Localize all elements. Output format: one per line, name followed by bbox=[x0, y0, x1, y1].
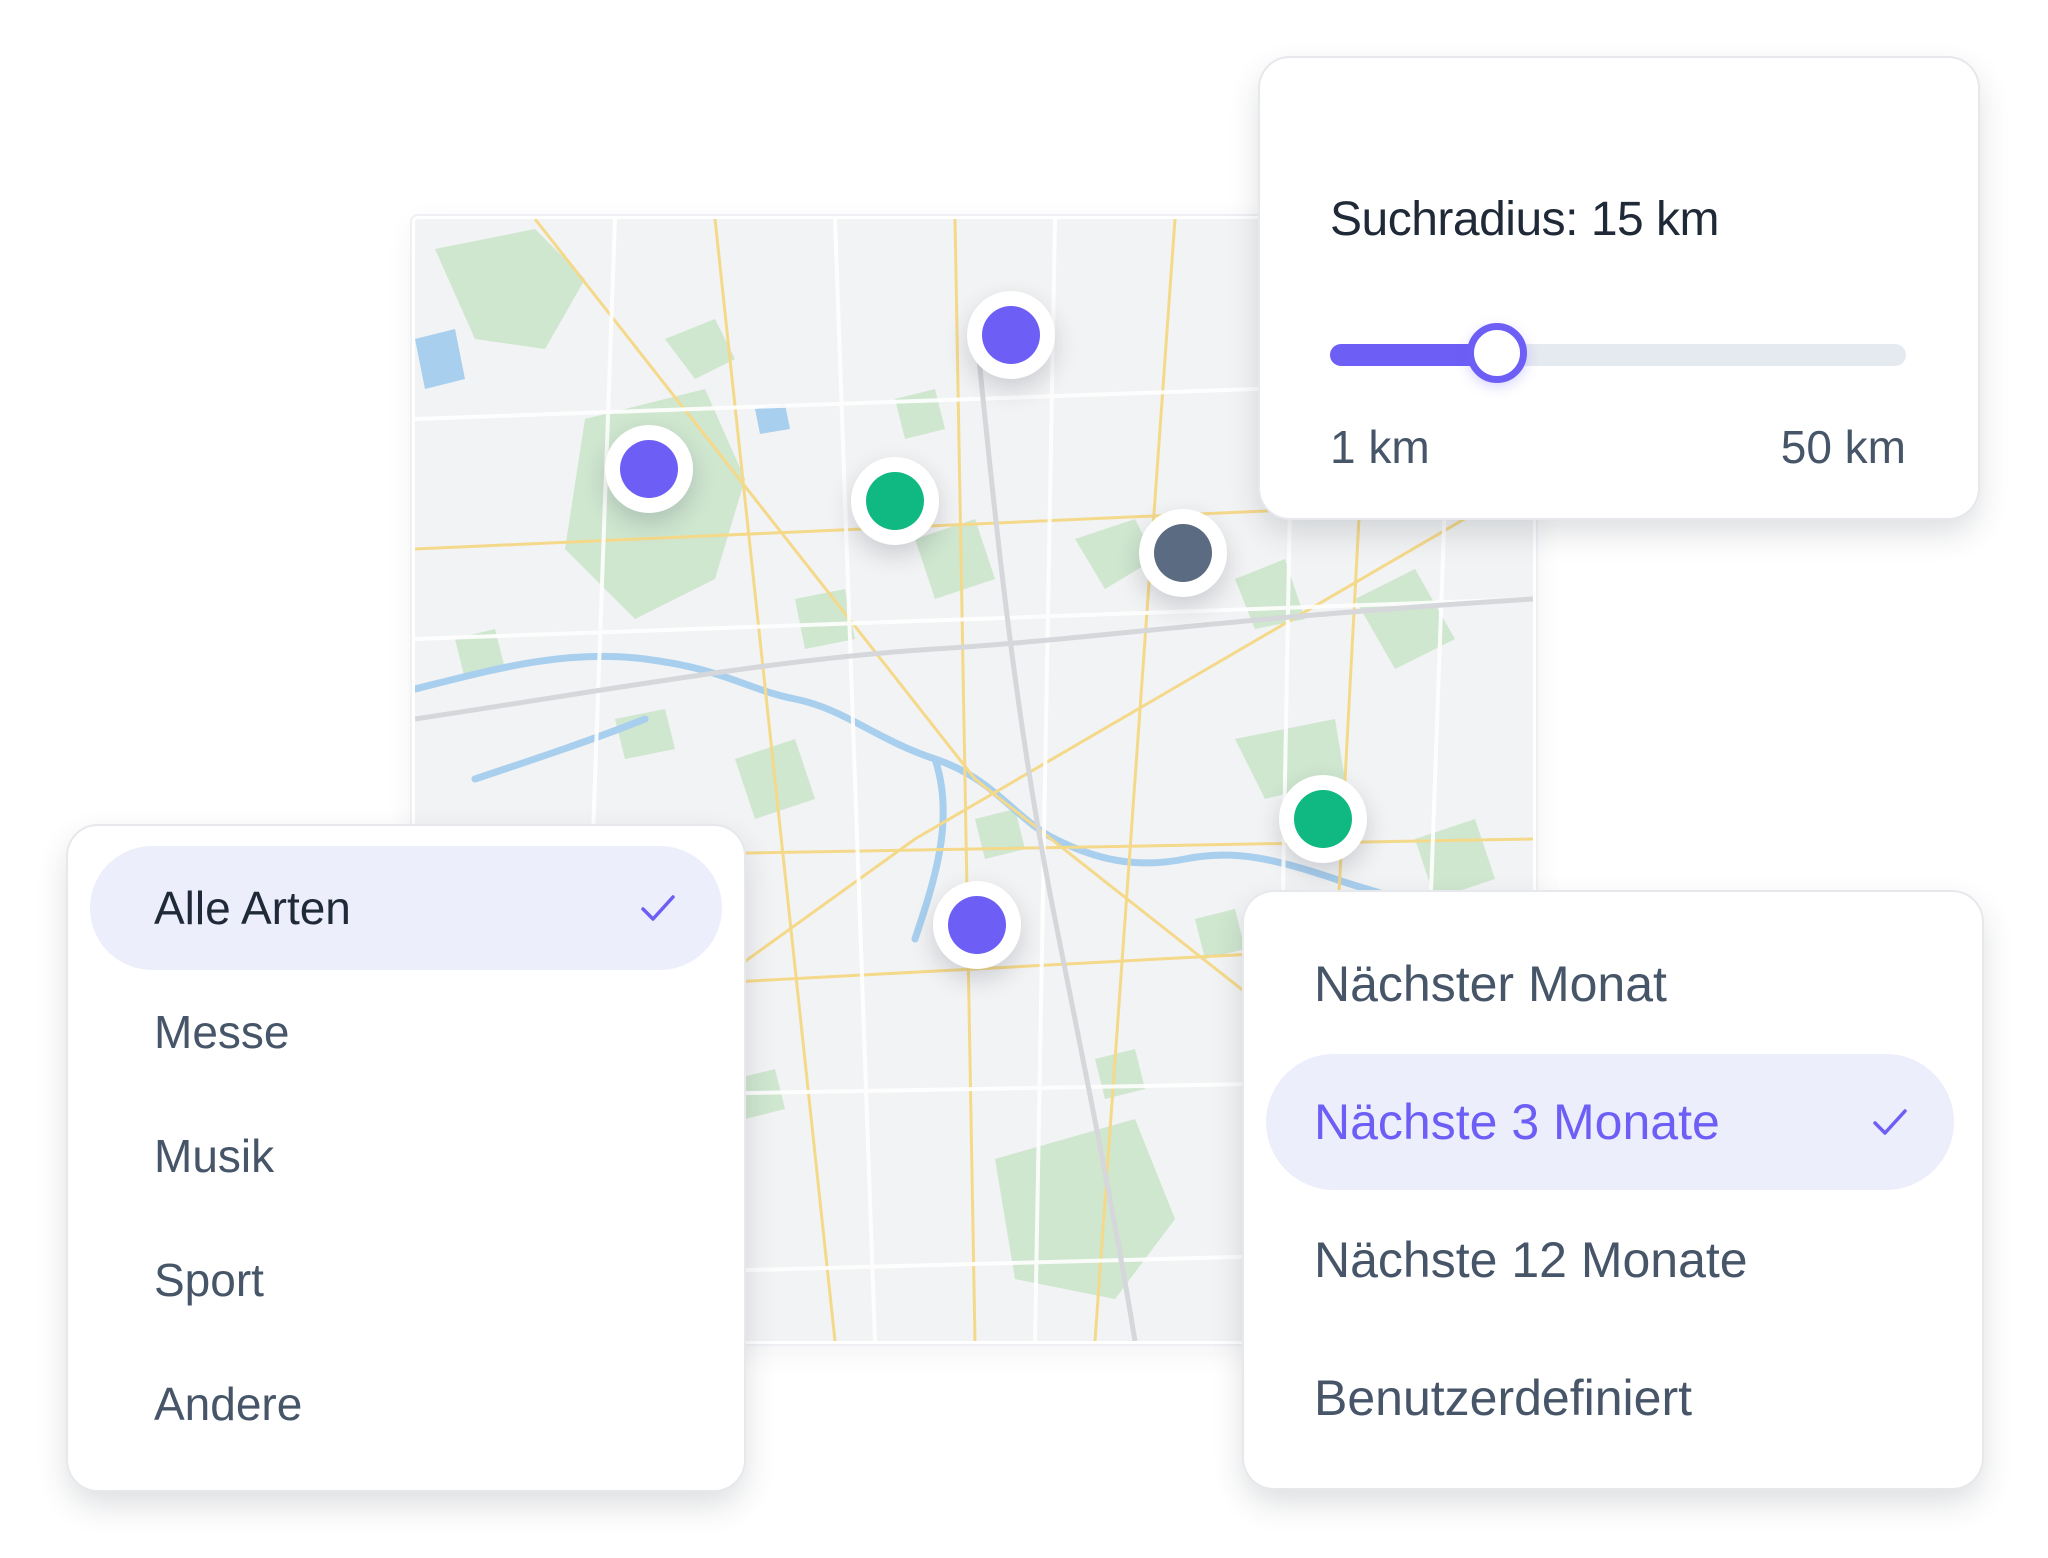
slider-thumb[interactable] bbox=[1467, 323, 1528, 383]
map-pin-green-1[interactable] bbox=[851, 457, 939, 545]
search-radius-card: Suchradius: 15 km 1 km 50 km bbox=[1260, 58, 1978, 518]
map-pin-purple-3[interactable] bbox=[933, 881, 1021, 969]
map-pin-slate[interactable] bbox=[1139, 509, 1227, 597]
check-icon bbox=[1873, 1109, 1907, 1135]
menu-item-label: Musik bbox=[154, 1130, 275, 1182]
menu-item-label: Andere bbox=[154, 1378, 303, 1430]
menu-item-alle-arten[interactable]: Alle Arten bbox=[90, 846, 722, 970]
pin-dot bbox=[620, 440, 678, 498]
menu-item-label: Alle Arten bbox=[154, 882, 351, 934]
menu-item-andere[interactable]: Andere bbox=[90, 1342, 722, 1466]
menu-item-naechste-12-monate[interactable]: Nächste 12 Monate bbox=[1266, 1192, 1954, 1328]
menu-item-naechste-3-monate[interactable]: Nächste 3 Monate bbox=[1266, 1054, 1954, 1190]
slider-min-label: 1 km bbox=[1330, 421, 1430, 473]
map-pin-purple-1[interactable] bbox=[967, 291, 1055, 379]
map-pin-purple-2[interactable] bbox=[605, 425, 693, 513]
menu-item-naechster-monat[interactable]: Nächster Monat bbox=[1266, 916, 1954, 1052]
stage: Suchradius: 15 km 1 km 50 km Alle Arten … bbox=[0, 0, 2048, 1558]
check-icon bbox=[641, 895, 675, 921]
search-radius-title: Suchradius: 15 km bbox=[1330, 193, 1720, 246]
menu-item-label: Sport bbox=[154, 1254, 264, 1306]
map-pin-green-2[interactable] bbox=[1279, 775, 1367, 863]
time-range-menu: Nächster Monat Nächste 3 Monate Nächste … bbox=[1244, 892, 1982, 1488]
menu-item-label: Nächster Monat bbox=[1314, 956, 1667, 1012]
menu-item-label: Messe bbox=[154, 1006, 290, 1058]
menu-item-label: Nächste 3 Monate bbox=[1314, 1094, 1720, 1150]
pin-dot bbox=[948, 896, 1006, 954]
event-type-menu: Alle Arten Messe Musik Sport Andere bbox=[68, 826, 744, 1490]
pin-dot bbox=[982, 306, 1040, 364]
menu-item-messe[interactable]: Messe bbox=[90, 970, 722, 1094]
slider-max-label: 50 km bbox=[1780, 421, 1906, 473]
menu-item-musik[interactable]: Musik bbox=[90, 1094, 722, 1218]
menu-item-label: Benutzerdefiniert bbox=[1314, 1370, 1693, 1426]
menu-item-label: Nächste 12 Monate bbox=[1314, 1232, 1748, 1288]
menu-item-sport[interactable]: Sport bbox=[90, 1218, 722, 1342]
radius-slider[interactable] bbox=[1330, 323, 1906, 383]
pin-dot bbox=[1154, 524, 1212, 582]
pin-dot bbox=[866, 472, 924, 530]
pin-dot bbox=[1294, 790, 1352, 848]
menu-item-benutzerdefiniert[interactable]: Benutzerdefiniert bbox=[1266, 1330, 1954, 1466]
